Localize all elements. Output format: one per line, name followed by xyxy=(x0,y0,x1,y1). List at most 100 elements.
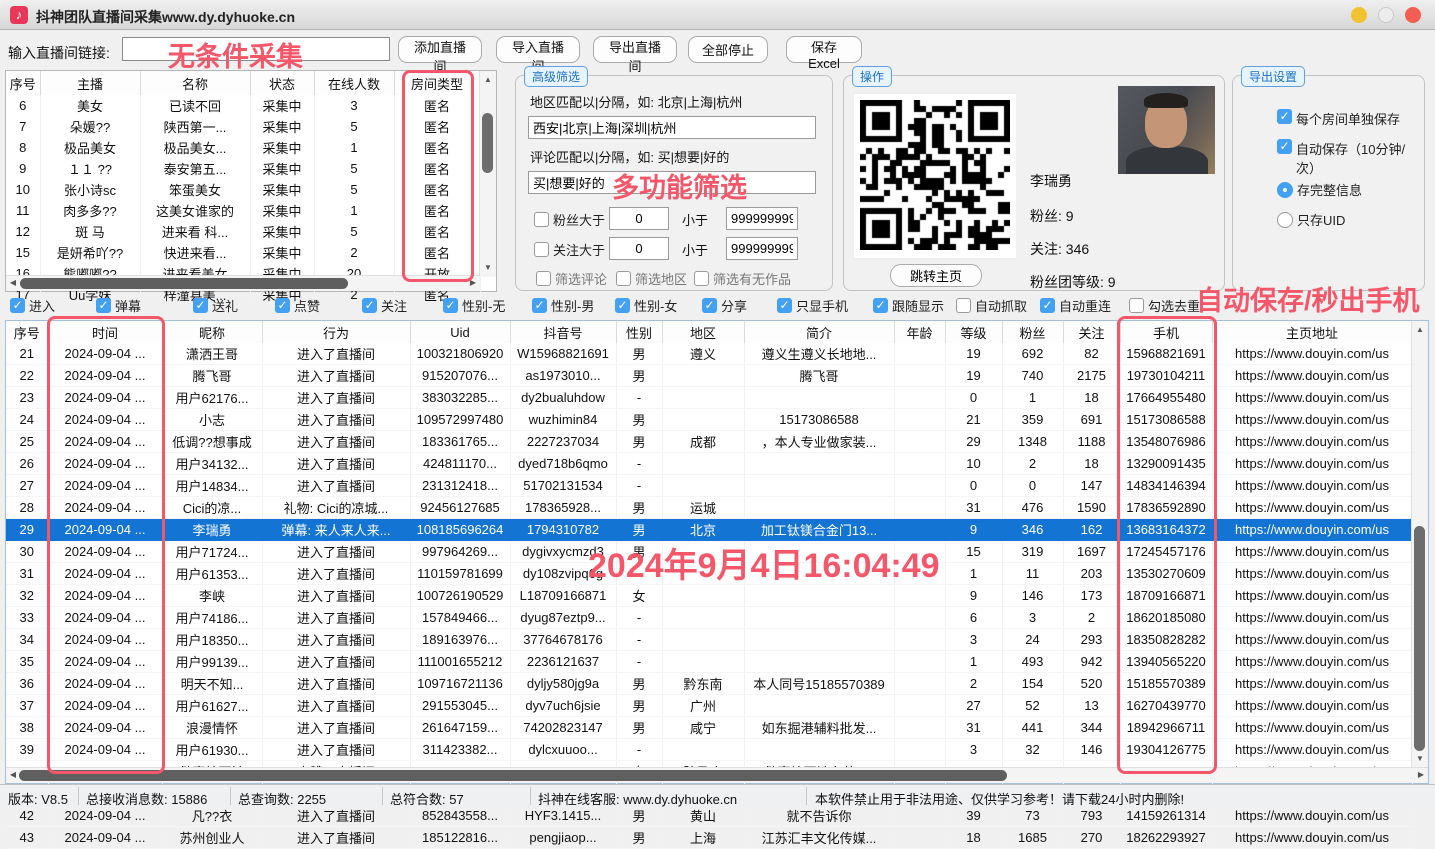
main-hscroll-thumb[interactable] xyxy=(19,770,1007,781)
main-column-header[interactable]: 序号 xyxy=(6,321,48,343)
comment-match-input[interactable] xyxy=(528,171,816,194)
scroll-down-icon[interactable]: ▼ xyxy=(1413,752,1427,766)
capture-filter-checkbox[interactable]: ✓自动重连 xyxy=(1040,296,1111,315)
capture-filter-checkbox[interactable]: ✓点赞 xyxy=(275,296,320,315)
stop-all-button[interactable]: 全部停止 xyxy=(688,36,768,63)
table-row[interactable]: 6美女已读不回采集中3匿名 xyxy=(6,95,480,116)
table-row[interactable]: 272024-09-04 ...用户14834...进入了直播间23131241… xyxy=(6,475,1412,497)
main-column-header[interactable]: 行为 xyxy=(262,321,410,343)
main-column-header[interactable]: 地区 xyxy=(662,321,744,343)
table-row[interactable]: 332024-09-04 ...用户74186...进入了直播间15784946… xyxy=(6,607,1412,629)
main-column-header[interactable]: 性别 xyxy=(616,321,662,343)
table-row[interactable]: 322024-09-04 ...李峡进入了直播间100726190529L187… xyxy=(6,585,1412,607)
table-row[interactable]: 342024-09-04 ...用户18350...进入了直播间18916397… xyxy=(6,629,1412,651)
table-row[interactable]: 9１１ ??泰安第五...采集中5匿名 xyxy=(6,158,480,179)
main-vertical-scrollbar[interactable]: ▲ ▼ xyxy=(1411,321,1428,768)
fans-max-input[interactable] xyxy=(726,207,798,230)
rooms-horizontal-scrollbar[interactable]: ◀ ▶ xyxy=(6,275,480,291)
main-column-header[interactable]: 简介 xyxy=(744,321,894,343)
table-row[interactable]: 7朵媛??陕西第一...采集中5匿名 xyxy=(6,116,480,137)
capture-filter-checkbox[interactable]: ✓跟随显示 xyxy=(873,296,944,315)
main-column-header[interactable]: Uid xyxy=(410,321,510,343)
table-row[interactable]: 362024-09-04 ...明天不知...进入了直播间10971672113… xyxy=(6,673,1412,695)
follow-max-input[interactable] xyxy=(726,237,798,260)
main-column-header[interactable]: 年龄 xyxy=(894,321,945,343)
table-row[interactable]: 11肉多多??这美女谁家的采集中1匿名 xyxy=(6,200,480,221)
minimize-button[interactable] xyxy=(1351,7,1367,23)
fans-greater-checkbox[interactable]: 粉丝大于 xyxy=(534,210,605,229)
save-excel-button[interactable]: 保存Excel xyxy=(786,36,862,63)
table-row[interactable]: 252024-09-04 ...低调??想事成进入了直播间183361765..… xyxy=(6,431,1412,453)
table-row[interactable]: 10张小诗sc笨蛋美女采集中5匿名 xyxy=(6,179,480,200)
rooms-vscroll-thumb[interactable] xyxy=(482,113,493,173)
export-option-checkbox[interactable]: ✓自动保存（10分钟/次） xyxy=(1277,139,1412,177)
table-row[interactable]: 292024-09-04 ...李瑞勇弹幕: 来人来人来...108185696… xyxy=(6,519,1412,541)
rooms-column-header[interactable]: 在线人数 xyxy=(314,71,394,95)
table-row[interactable]: 212024-09-04 ...潇洒王哥进入了直播间100321806920W1… xyxy=(6,343,1412,365)
fans-min-input[interactable] xyxy=(609,207,669,230)
capture-filter-checkbox[interactable]: 自动抓取 xyxy=(956,296,1027,315)
table-row[interactable]: 282024-09-04 ...Cici的凉...礼物: Cici的凉城...9… xyxy=(6,497,1412,519)
table-row[interactable]: 242024-09-04 ...小志进入了直播间109572997480wuzh… xyxy=(6,409,1412,431)
filter-option-checkbox[interactable]: 筛选有无作品 xyxy=(694,269,791,288)
scroll-up-icon[interactable]: ▲ xyxy=(481,73,495,87)
rooms-hscroll-thumb[interactable] xyxy=(20,278,348,289)
filter-option-checkbox[interactable]: 筛选评论 xyxy=(536,269,607,288)
table-row[interactable]: 352024-09-04 ...用户99139...进入了直播间11100165… xyxy=(6,651,1412,673)
scroll-left-icon[interactable]: ◀ xyxy=(6,276,20,290)
main-column-header[interactable]: 粉丝 xyxy=(1002,321,1063,343)
follow-min-input[interactable] xyxy=(609,237,669,260)
capture-filter-checkbox[interactable]: ✓性别-男 xyxy=(532,296,594,315)
main-horizontal-scrollbar[interactable]: ◀ ▶ xyxy=(6,767,1428,783)
rooms-column-header[interactable]: 房间类型 xyxy=(394,71,480,95)
table-row[interactable]: 222024-09-04 ...腾飞哥进入了直播间915207076...as1… xyxy=(6,365,1412,387)
rooms-column-header[interactable]: 状态 xyxy=(250,71,314,95)
capture-filter-checkbox[interactable]: ✓性别-女 xyxy=(615,296,677,315)
follow-greater-checkbox[interactable]: 关注大于 xyxy=(534,240,605,259)
add-room-button[interactable]: 添加直播间 xyxy=(398,36,482,63)
capture-filter-checkbox[interactable]: ✓分享 xyxy=(702,296,747,315)
main-column-header[interactable]: 时间 xyxy=(48,321,162,343)
table-row[interactable]: 372024-09-04 ...用户61627...进入了直播间29155304… xyxy=(6,695,1412,717)
table-row[interactable]: 312024-09-04 ...用户61353...进入了直播间11015978… xyxy=(6,563,1412,585)
rooms-column-header[interactable]: 主播 xyxy=(40,71,140,95)
import-rooms-button[interactable]: 导入直播间 xyxy=(496,36,580,63)
main-column-header[interactable]: 关注 xyxy=(1063,321,1120,343)
capture-filter-checkbox[interactable]: ✓进入 xyxy=(10,296,55,315)
main-column-header[interactable]: 昵称 xyxy=(162,321,262,343)
capture-filter-checkbox[interactable]: ✓关注 xyxy=(362,296,407,315)
table-row[interactable]: 232024-09-04 ...用户62176...进入了直播间38303228… xyxy=(6,387,1412,409)
table-row[interactable]: 8极品美女极品美女...采集中1匿名 xyxy=(6,137,480,158)
rooms-vertical-scrollbar[interactable]: ▲ ▼ xyxy=(479,71,496,277)
main-column-header[interactable]: 主页地址 xyxy=(1212,321,1412,343)
scroll-right-icon[interactable]: ▶ xyxy=(466,276,480,290)
scroll-up-icon[interactable]: ▲ xyxy=(1413,323,1427,337)
export-mode-radio[interactable]: 存完整信息 xyxy=(1277,180,1362,199)
capture-filter-checkbox[interactable]: 勾选去重 xyxy=(1129,296,1200,315)
export-option-checkbox[interactable]: ✓每个房间单独保存 xyxy=(1277,109,1412,128)
main-column-header[interactable]: 抖音号 xyxy=(510,321,616,343)
room-link-input[interactable] xyxy=(122,37,390,61)
rooms-column-header[interactable]: 序号 xyxy=(6,71,40,95)
table-row[interactable]: 262024-09-04 ...用户34132...进入了直播间42481117… xyxy=(6,453,1412,475)
rooms-column-header[interactable]: 名称 xyxy=(140,71,250,95)
capture-filter-checkbox[interactable]: ✓只显手机 xyxy=(777,296,848,315)
table-row[interactable]: 432024-09-04 ...苏州创业人进入了直播间185122816...p… xyxy=(6,827,1412,849)
export-rooms-button[interactable]: 导出直播间 xyxy=(593,36,677,63)
region-match-input[interactable] xyxy=(528,116,816,139)
filter-option-checkbox[interactable]: 筛选地区 xyxy=(616,269,687,288)
close-button[interactable] xyxy=(1405,7,1421,23)
table-row[interactable]: 302024-09-04 ...用户71724...进入了直播间99796426… xyxy=(6,541,1412,563)
scroll-down-icon[interactable]: ▼ xyxy=(481,261,495,275)
capture-filter-checkbox[interactable]: ✓送礼 xyxy=(193,296,238,315)
table-row[interactable]: 15是妍希吖??快进来看...采集中2匿名 xyxy=(6,242,480,263)
export-mode-radio[interactable]: 只存UID xyxy=(1277,210,1345,229)
capture-filter-checkbox[interactable]: ✓性别-无 xyxy=(443,296,505,315)
table-row[interactable]: 12斑 马进来看 科...采集中5匿名 xyxy=(6,221,480,242)
main-column-header[interactable]: 等级 xyxy=(945,321,1002,343)
scroll-left-icon[interactable]: ◀ xyxy=(6,768,20,782)
main-column-header[interactable]: 手机 xyxy=(1120,321,1212,343)
capture-filter-checkbox[interactable]: ✓弹幕 xyxy=(96,296,141,315)
table-row[interactable]: 392024-09-04 ...用户61930...进入了直播间31142338… xyxy=(6,739,1412,761)
restore-button[interactable] xyxy=(1378,7,1394,23)
